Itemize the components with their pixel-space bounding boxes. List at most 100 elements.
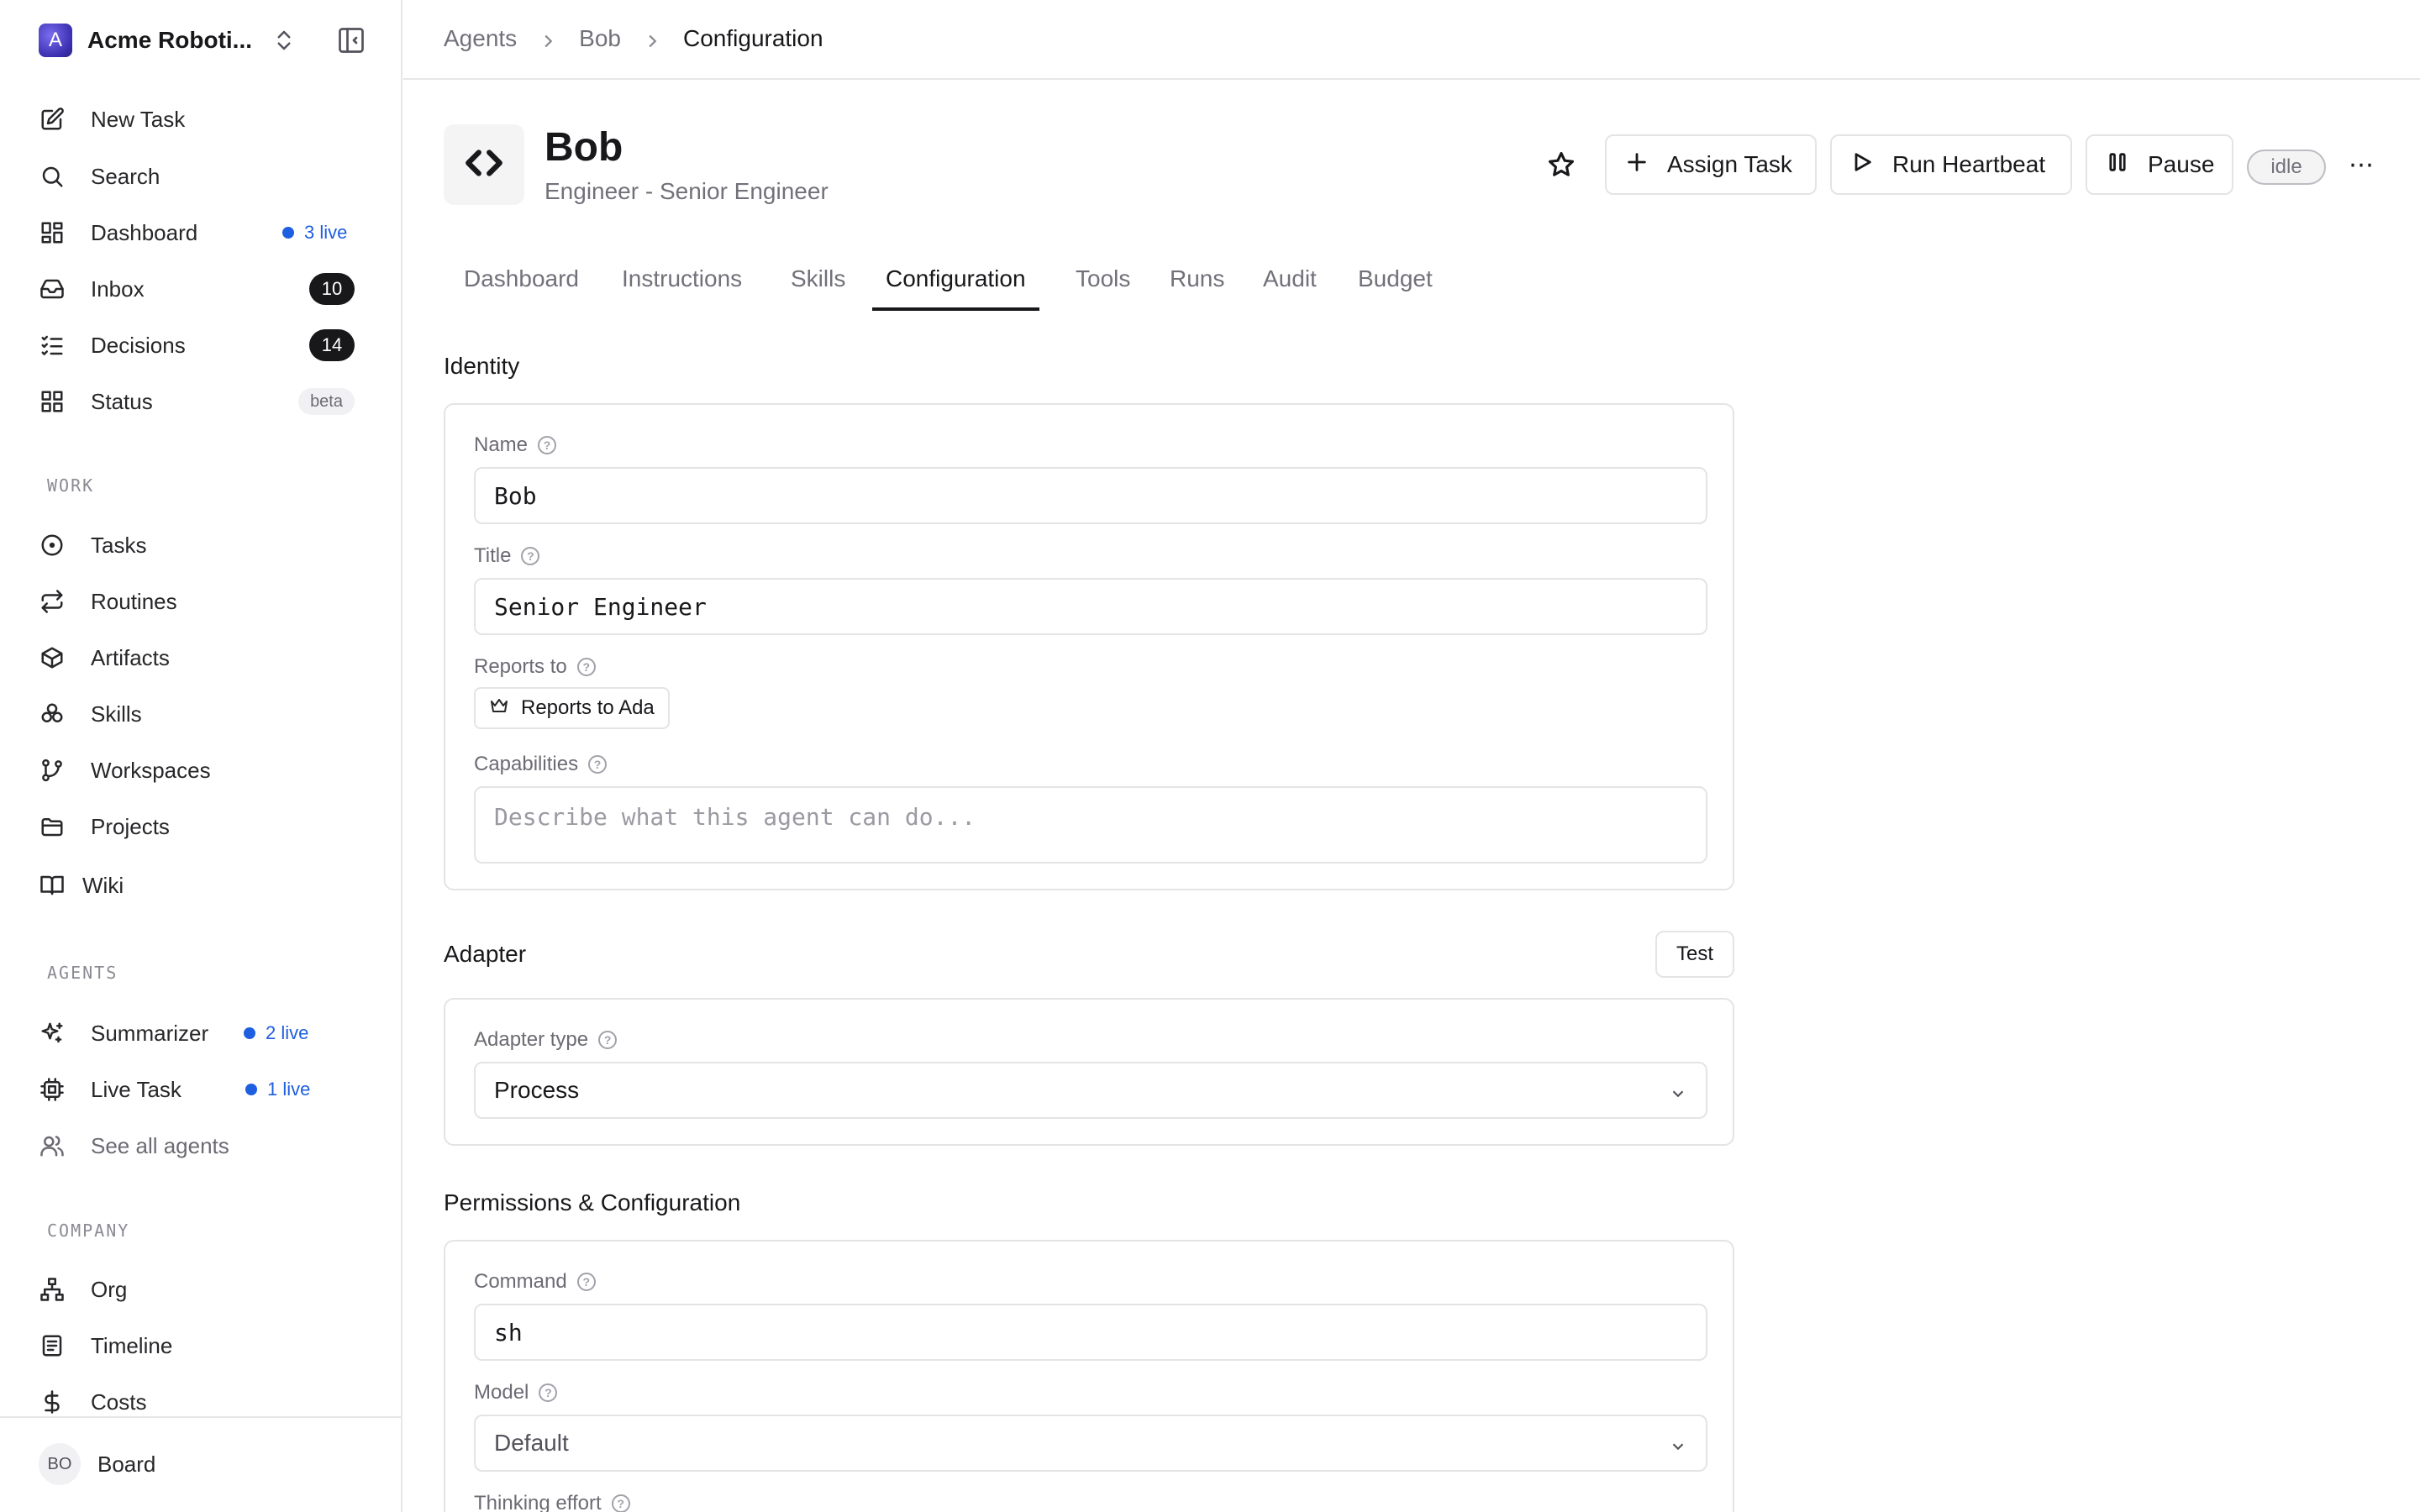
chevron-up-down-icon bbox=[271, 28, 297, 53]
chevron-down-icon bbox=[1669, 1435, 1687, 1453]
help-icon[interactable]: ? bbox=[611, 1494, 630, 1512]
run-heartbeat-button[interactable]: Run Heartbeat bbox=[1830, 134, 2072, 195]
title-input[interactable]: Senior Engineer bbox=[474, 578, 1707, 635]
checklist-icon bbox=[39, 332, 66, 359]
nav-agent-summarizer[interactable]: Summarizer 2 live bbox=[39, 1010, 375, 1057]
model-select[interactable]: Default bbox=[474, 1415, 1707, 1472]
cpu-icon bbox=[39, 1076, 66, 1103]
nav-skills[interactable]: Skills bbox=[39, 690, 375, 738]
beta-badge: beta bbox=[298, 388, 355, 415]
user-name[interactable]: Board bbox=[97, 1452, 155, 1478]
help-icon[interactable]: ? bbox=[576, 658, 596, 676]
more-options-icon[interactable]: ⋯ bbox=[2344, 148, 2378, 181]
adapter-heading: Adapter bbox=[444, 941, 527, 967]
nav-status[interactable]: Status beta bbox=[39, 378, 375, 425]
nav-inbox[interactable]: Inbox 10 bbox=[39, 265, 375, 312]
nav-artifacts[interactable]: Artifacts bbox=[39, 634, 375, 681]
org-switcher[interactable]: A Acme Roboti... bbox=[39, 23, 291, 58]
nav-decisions[interactable]: Decisions 14 bbox=[39, 322, 375, 369]
nav-wiki[interactable]: Wiki bbox=[39, 862, 375, 909]
agent-avatar bbox=[444, 124, 524, 205]
org-name: Acme Roboti... bbox=[87, 27, 253, 53]
identity-card: Name ? Bob Title ? Senior Engineer Repor… bbox=[444, 403, 1734, 890]
model-value: Default bbox=[494, 1430, 569, 1456]
chevron-down-icon bbox=[1669, 1082, 1687, 1100]
nav-label: Org bbox=[91, 1276, 128, 1302]
live-indicator: 1 live bbox=[245, 1079, 310, 1100]
reports-to-label: Reports to ? bbox=[474, 655, 596, 679]
tab-tools[interactable]: Tools bbox=[1076, 257, 1130, 311]
assign-task-button[interactable]: Assign Task bbox=[1605, 134, 1817, 195]
code-icon bbox=[463, 142, 505, 188]
dollar-icon bbox=[39, 1389, 66, 1415]
nav-label: Timeline bbox=[91, 1332, 173, 1358]
nav-label: Costs bbox=[91, 1389, 147, 1415]
adapter-card: Adapter type ? Process bbox=[444, 998, 1734, 1146]
nav-projects[interactable]: Projects bbox=[39, 803, 375, 850]
name-input[interactable]: Bob bbox=[474, 467, 1707, 524]
permissions-heading: Permissions & Configuration bbox=[444, 1189, 741, 1215]
adapter-type-select[interactable]: Process bbox=[474, 1062, 1707, 1119]
help-icon[interactable]: ? bbox=[598, 1031, 618, 1049]
nav-see-all-agents[interactable]: See all agents bbox=[39, 1122, 375, 1169]
command-input[interactable]: sh bbox=[474, 1304, 1707, 1361]
tab-audit[interactable]: Audit bbox=[1263, 257, 1317, 311]
help-icon[interactable]: ? bbox=[521, 547, 540, 565]
adapter-type-value: Process bbox=[494, 1077, 580, 1103]
section-label-company: COMPANY bbox=[47, 1221, 130, 1241]
nav-agent-live-task[interactable]: Live Task 1 live bbox=[39, 1066, 375, 1113]
section-label-work: WORK bbox=[47, 475, 95, 496]
breadcrumb-agents[interactable]: Agents bbox=[444, 25, 517, 52]
capabilities-textarea[interactable]: Describe what this agent can do... bbox=[474, 786, 1707, 864]
tab-dashboard[interactable]: Dashboard bbox=[464, 257, 579, 311]
nav-tasks[interactable]: Tasks bbox=[39, 522, 375, 569]
nav-dashboard[interactable]: Dashboard 3 live bbox=[39, 209, 375, 256]
test-button[interactable]: Test bbox=[1655, 931, 1734, 978]
inbox-count-badge: 10 bbox=[309, 273, 355, 305]
star-icon[interactable] bbox=[1544, 148, 1578, 181]
help-icon[interactable]: ? bbox=[538, 436, 557, 454]
help-icon[interactable]: ? bbox=[539, 1383, 558, 1402]
nav-workspaces[interactable]: Workspaces bbox=[39, 747, 375, 794]
help-icon[interactable]: ? bbox=[588, 755, 608, 774]
tab-skills[interactable]: Skills bbox=[791, 257, 845, 311]
decisions-count-badge: 14 bbox=[309, 329, 355, 361]
nav-label: Live Task bbox=[91, 1076, 182, 1102]
breadcrumb-bob[interactable]: Bob bbox=[579, 25, 621, 52]
nav-org[interactable]: Org bbox=[39, 1266, 375, 1313]
live-count: 1 live bbox=[267, 1079, 311, 1100]
tab-configuration[interactable]: Configuration bbox=[872, 257, 1039, 311]
nav-search[interactable]: Search bbox=[39, 153, 375, 200]
nav-new-task[interactable]: New Task bbox=[39, 96, 375, 143]
org-logo: A bbox=[39, 24, 72, 57]
assign-task-label: Assign Task bbox=[1667, 151, 1792, 177]
tab-instructions[interactable]: Instructions bbox=[622, 257, 742, 311]
title-label-text: Title bbox=[474, 544, 512, 567]
section-label-agents: AGENTS bbox=[47, 963, 118, 983]
pause-button[interactable]: Pause bbox=[2086, 134, 2233, 195]
title-label: Title ? bbox=[474, 544, 540, 568]
live-count: 2 live bbox=[266, 1022, 309, 1043]
inbox-icon bbox=[39, 276, 66, 302]
circle-dot-icon bbox=[39, 532, 66, 559]
reports-to-chip[interactable]: Reports to Ada bbox=[474, 687, 670, 729]
breadcrumb: Agents Bob Configuration bbox=[444, 25, 823, 52]
nav-label: Skills bbox=[91, 701, 142, 727]
nav-label: Summarizer bbox=[91, 1020, 209, 1046]
box-icon bbox=[39, 644, 66, 671]
run-heartbeat-label: Run Heartbeat bbox=[1892, 151, 2046, 177]
tab-runs[interactable]: Runs bbox=[1170, 257, 1224, 311]
top-bar: Agents Bob Configuration bbox=[403, 0, 2420, 80]
thinking-effort-label: Thinking effort ? bbox=[474, 1492, 630, 1512]
nav-routines[interactable]: Routines bbox=[39, 578, 375, 625]
help-icon[interactable]: ? bbox=[576, 1273, 596, 1291]
collapse-sidebar-icon[interactable] bbox=[336, 25, 366, 55]
tab-budget[interactable]: Budget bbox=[1358, 257, 1433, 311]
sidebar: A Acme Roboti... New Task Search Dashboa… bbox=[0, 0, 402, 1512]
avatar[interactable]: BO bbox=[39, 1443, 81, 1485]
chevron-right-icon bbox=[539, 29, 557, 48]
nav-timeline[interactable]: Timeline bbox=[39, 1322, 375, 1369]
reports-to-value: Reports to Ada bbox=[521, 696, 655, 719]
nav-label: Wiki bbox=[82, 872, 124, 898]
plus-icon bbox=[1625, 150, 1667, 180]
